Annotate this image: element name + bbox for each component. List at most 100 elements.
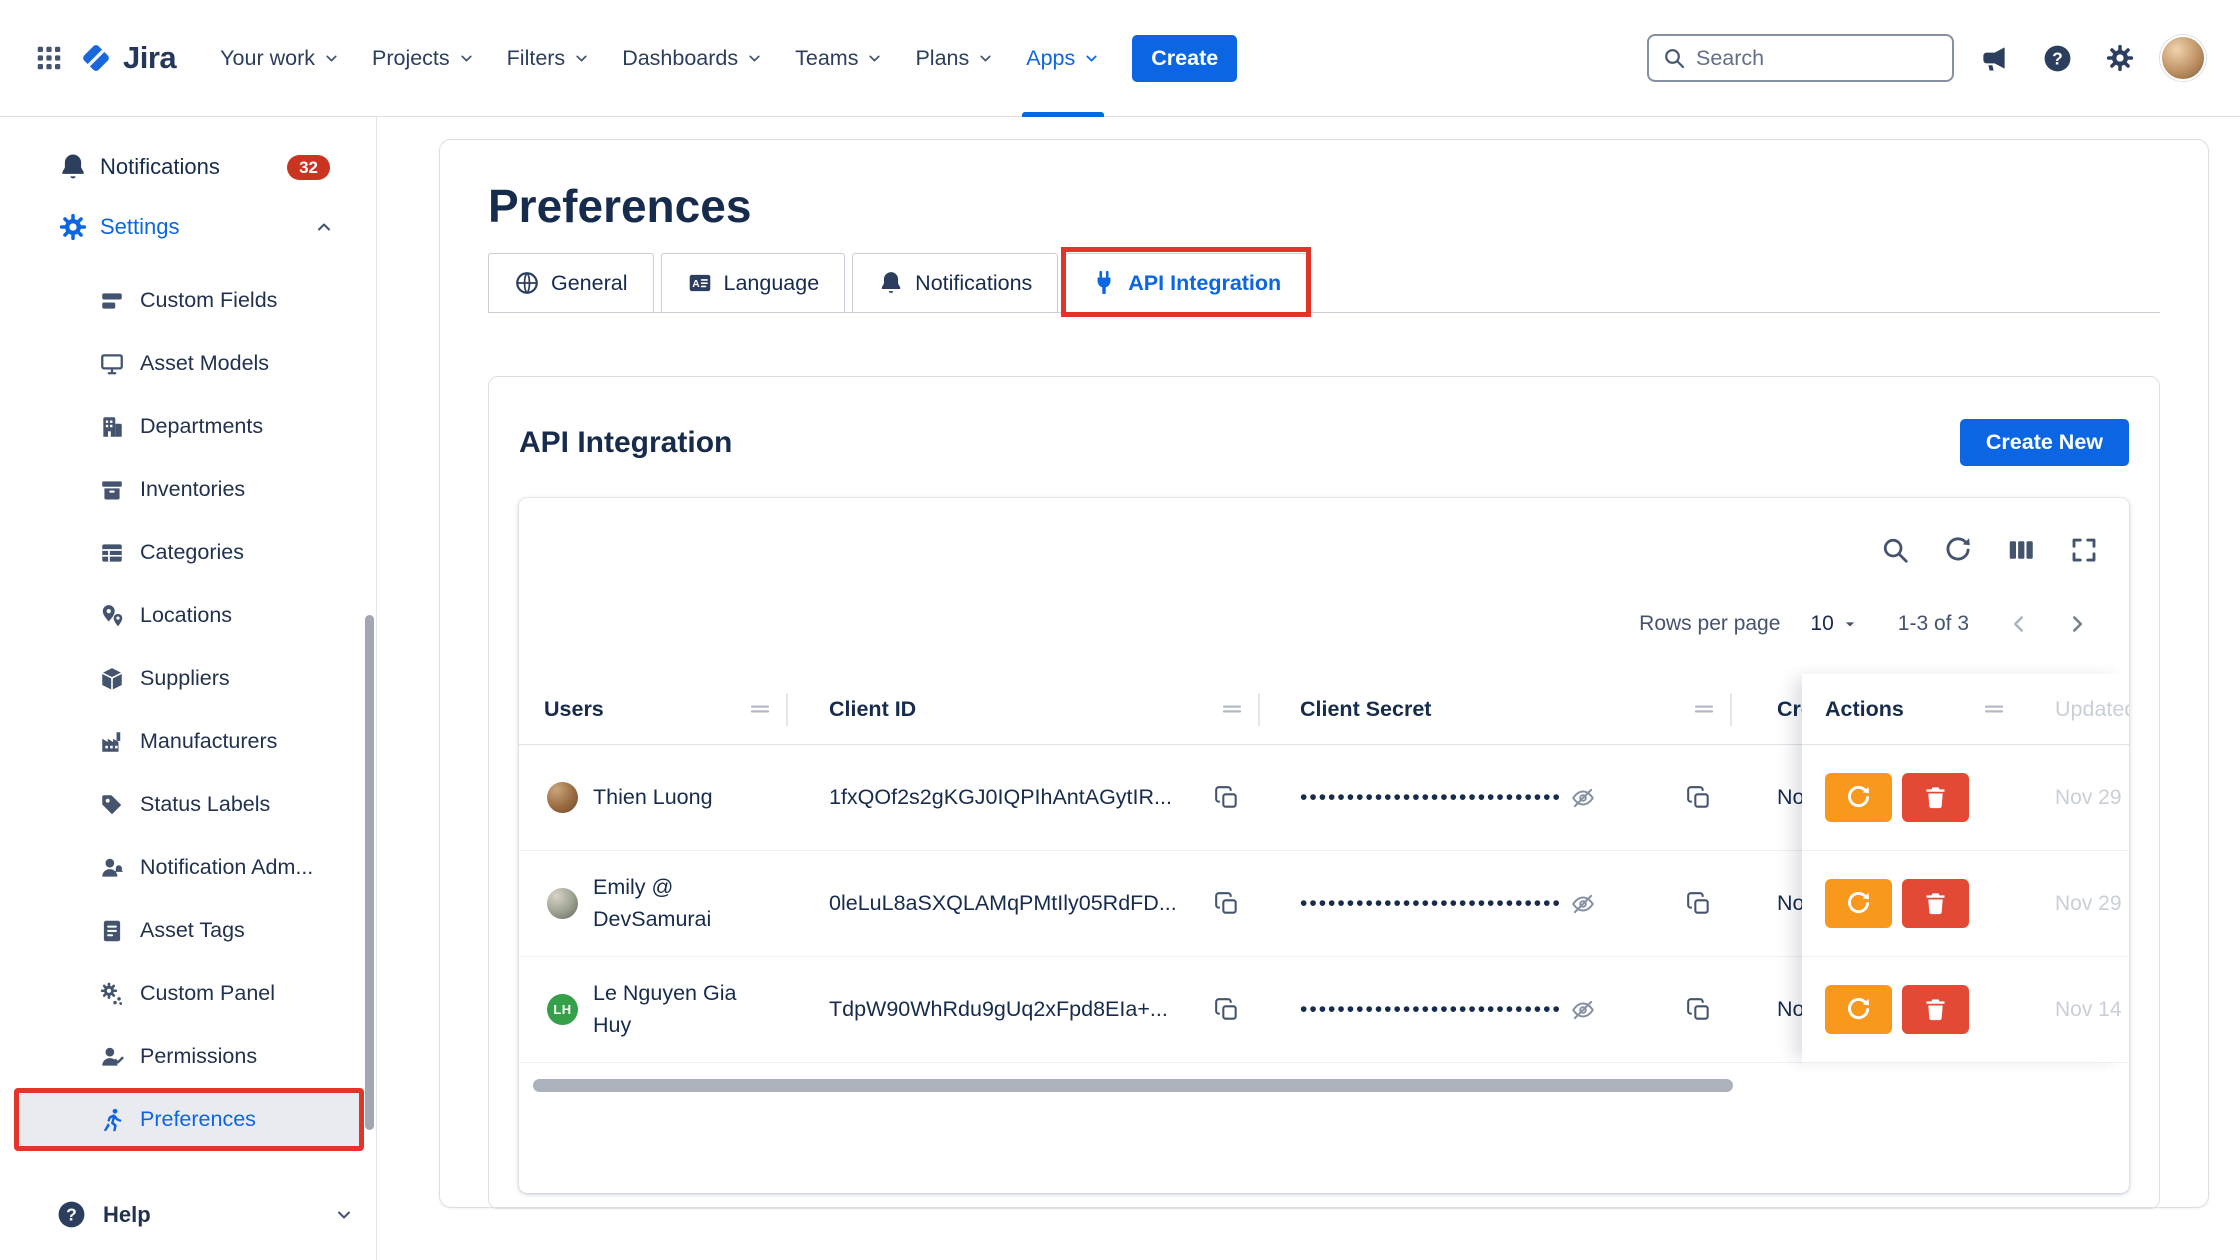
regenerate-key-button[interactable] bbox=[1825, 773, 1892, 822]
sidebar-item-notification-admin[interactable]: Notification Adm... bbox=[0, 836, 376, 899]
actions-cell: Nov 14 bbox=[1802, 957, 2129, 1063]
column-header-client-secret[interactable]: Client Secret bbox=[1260, 674, 1732, 744]
sidebar-item-status-labels[interactable]: Status Labels bbox=[0, 773, 376, 836]
sidebar-item-inventories[interactable]: Inventories bbox=[0, 458, 376, 521]
app-shell: Notifications 32 bbox=[0, 117, 2240, 1260]
tab-language[interactable]: A Language bbox=[661, 253, 846, 312]
sidebar-item-locations[interactable]: Locations bbox=[0, 584, 376, 647]
copy-icon[interactable] bbox=[1686, 997, 1712, 1023]
drag-handle-icon[interactable] bbox=[1982, 697, 2006, 721]
copy-icon[interactable] bbox=[1214, 997, 1240, 1023]
nav-item-label: Your work bbox=[220, 46, 315, 71]
sidebar-item-label: Status Labels bbox=[140, 792, 270, 817]
columns-icon[interactable] bbox=[2006, 535, 2036, 565]
sidebar-item-categories[interactable]: Categories bbox=[0, 521, 376, 584]
eye-off-icon[interactable] bbox=[1570, 891, 1596, 917]
sidebar-item-label: Locations bbox=[140, 603, 232, 628]
user-cell: Thien Luong bbox=[519, 782, 788, 813]
jira-logo-mark-icon bbox=[78, 40, 114, 76]
map-pins-icon bbox=[99, 603, 125, 629]
column-header-users[interactable]: Users bbox=[519, 674, 788, 744]
regenerate-key-button[interactable] bbox=[1825, 879, 1892, 928]
sidebar-item-departments[interactable]: Departments bbox=[0, 395, 376, 458]
tab-notifications[interactable]: Notifications bbox=[852, 253, 1058, 312]
sidebar-item-asset-tags[interactable]: Asset Tags bbox=[0, 899, 376, 962]
nav-item-filters[interactable]: Filters bbox=[491, 0, 607, 117]
sidebar-scrollbar[interactable] bbox=[365, 615, 374, 1130]
tab-api-integration[interactable]: API Integration bbox=[1065, 253, 1307, 312]
copy-icon[interactable] bbox=[1214, 785, 1240, 811]
sidebar-item-label: Help bbox=[103, 1202, 151, 1228]
delete-key-button[interactable] bbox=[1902, 879, 1969, 928]
copy-icon[interactable] bbox=[1686, 891, 1712, 917]
column-label: Users bbox=[544, 697, 604, 722]
client-secret-cell: •••••••••••••••••••••••••••• bbox=[1260, 997, 1732, 1023]
eye-off-icon[interactable] bbox=[1570, 785, 1596, 811]
drag-handle-icon[interactable] bbox=[1692, 697, 1716, 721]
sidebar-item-suppliers[interactable]: Suppliers bbox=[0, 647, 376, 710]
drag-handle-icon[interactable] bbox=[1220, 697, 1244, 721]
sidebar-item-help[interactable]: ? Help bbox=[0, 1183, 376, 1246]
chevron-down-icon bbox=[1083, 50, 1100, 67]
delete-key-button[interactable] bbox=[1902, 985, 1969, 1034]
help-button[interactable]: ? bbox=[2034, 35, 2080, 81]
sidebar-item-permissions[interactable]: Permissions bbox=[0, 1025, 376, 1088]
drag-handle-icon[interactable] bbox=[748, 697, 772, 721]
nav-item-teams[interactable]: Teams bbox=[779, 0, 899, 117]
sidebar-item-asset-models[interactable]: Asset Models bbox=[0, 332, 376, 395]
user-name: Thien Luong bbox=[593, 782, 713, 813]
announcements-button[interactable] bbox=[1971, 35, 2017, 81]
previous-page-button[interactable] bbox=[1997, 602, 2041, 646]
client-id-cell: TdpW90WhRdu9gUq2xFpd8EIa+... bbox=[788, 997, 1260, 1023]
eye-off-icon[interactable] bbox=[1570, 997, 1596, 1023]
sidebar-item-label: Settings bbox=[100, 214, 180, 240]
delete-key-button[interactable] bbox=[1902, 773, 1969, 822]
user-avatar bbox=[547, 888, 578, 919]
actions-cell: Nov 29 bbox=[1802, 745, 2129, 851]
jira-logo[interactable]: Jira bbox=[72, 40, 188, 76]
settings-button[interactable] bbox=[2097, 35, 2143, 81]
sidebar-item-preferences[interactable]: Preferences bbox=[19, 1093, 359, 1146]
next-page-button[interactable] bbox=[2055, 602, 2099, 646]
regenerate-key-button[interactable] bbox=[1825, 985, 1892, 1034]
nav-item-dashboards[interactable]: Dashboards bbox=[606, 0, 779, 117]
tab-general[interactable]: General bbox=[488, 253, 654, 312]
app-grid-icon bbox=[34, 43, 64, 73]
column-label: Client Secret bbox=[1300, 697, 1431, 722]
copy-icon[interactable] bbox=[1686, 785, 1712, 811]
gear-icon bbox=[2105, 43, 2135, 73]
nav-item-projects[interactable]: Projects bbox=[356, 0, 491, 117]
pagination-range: 1-3 of 3 bbox=[1898, 612, 1969, 636]
navbar-right: ? bbox=[1647, 34, 2206, 82]
search-input[interactable] bbox=[1696, 46, 1939, 71]
nav-item-plans[interactable]: Plans bbox=[899, 0, 1010, 117]
copy-icon[interactable] bbox=[1214, 891, 1240, 917]
app-switcher-button[interactable] bbox=[26, 35, 72, 81]
column-label: Actions bbox=[1802, 697, 1904, 722]
sidebar-item-custom-fields[interactable]: Custom Fields bbox=[0, 269, 376, 332]
client-id-value: 1fxQOf2s2gKGJ0IQPIhAntAGytIR... bbox=[829, 785, 1172, 810]
sidebar-item-notifications[interactable]: Notifications 32 bbox=[0, 137, 376, 197]
sidebar-item-manufacturers[interactable]: Manufacturers bbox=[0, 710, 376, 773]
search-icon[interactable] bbox=[1880, 535, 1910, 565]
sidebar-item-settings[interactable]: Settings bbox=[0, 197, 376, 257]
profile-avatar[interactable] bbox=[2160, 35, 2206, 81]
nav-item-your-work[interactable]: Your work bbox=[204, 0, 356, 117]
create-button[interactable]: Create bbox=[1132, 35, 1237, 82]
sidebar-item-label: Departments bbox=[140, 414, 263, 439]
sidebar-item-custom-panel[interactable]: Custom Panel bbox=[0, 962, 376, 1025]
tab-label: General bbox=[551, 271, 628, 296]
fullscreen-icon[interactable] bbox=[2069, 535, 2099, 565]
api-integration-section: API Integration Create New bbox=[488, 376, 2160, 1209]
horizontal-scrollbar[interactable] bbox=[533, 1079, 1733, 1092]
nav-item-apps[interactable]: Apps bbox=[1010, 0, 1116, 117]
building-icon bbox=[99, 414, 125, 440]
create-new-button[interactable]: Create New bbox=[1960, 419, 2129, 466]
rows-per-page-select[interactable]: 10 bbox=[1810, 612, 1859, 636]
column-header-client-id[interactable]: Client ID bbox=[788, 674, 1260, 744]
refresh-icon[interactable] bbox=[1943, 535, 1973, 565]
help-icon: ? bbox=[2042, 43, 2073, 74]
column-label: Client ID bbox=[829, 697, 916, 722]
sidebar-item-label: Categories bbox=[140, 540, 244, 565]
chevron-down-icon bbox=[334, 1205, 354, 1225]
